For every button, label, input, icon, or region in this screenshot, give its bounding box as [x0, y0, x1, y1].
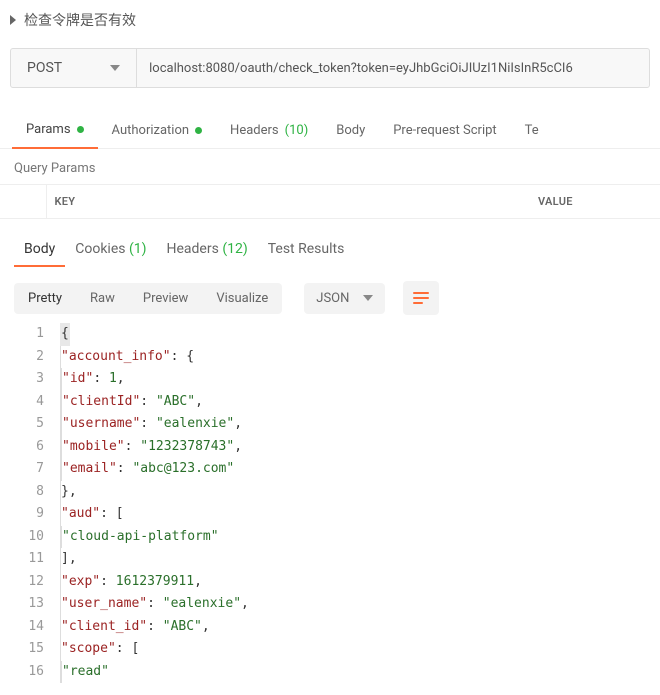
url-bar: POST localhost:8080/oauth/check_token?to… — [10, 48, 650, 88]
chevron-down-icon — [110, 65, 120, 71]
tab-tests[interactable]: Te — [511, 112, 553, 148]
triangle-right-icon — [10, 15, 16, 25]
request-tabs: Params Authorization Headers (10) Body P… — [0, 112, 660, 149]
http-method-dropdown[interactable]: POST — [11, 49, 137, 87]
resp-tab-body[interactable]: Body — [14, 233, 65, 267]
tab-prerequest[interactable]: Pre-request Script — [379, 112, 510, 148]
response-toolbar: Pretty Raw Preview Visualize JSON — [14, 281, 646, 315]
view-pretty-button[interactable]: Pretty — [14, 283, 76, 314]
chevron-down-icon — [363, 295, 373, 301]
view-raw-button[interactable]: Raw — [76, 283, 129, 314]
tab-headers[interactable]: Headers (10) — [216, 112, 322, 148]
response-tabs: Body Cookies (1) Headers (12) Test Resul… — [0, 233, 660, 267]
query-params-table: KEY VALUE — [0, 184, 660, 219]
key-column-header: KEY — [46, 185, 530, 219]
tab-body[interactable]: Body — [322, 112, 379, 148]
resp-tab-testresults[interactable]: Test Results — [258, 233, 355, 267]
section-title: 检查令牌是否有效 — [24, 10, 136, 30]
resp-tab-headers[interactable]: Headers (12) — [157, 233, 258, 267]
http-method-label: POST — [27, 60, 62, 76]
view-visualize-button[interactable]: Visualize — [202, 283, 282, 314]
line-gutter: 12345678910111213141516 — [0, 323, 60, 683]
url-input[interactable]: localhost:8080/oauth/check_token?token=e… — [137, 49, 649, 87]
status-dot-icon — [77, 126, 84, 133]
response-body-editor[interactable]: 12345678910111213141516 { "account_info"… — [0, 323, 660, 683]
resp-tab-cookies[interactable]: Cookies (1) — [65, 233, 156, 267]
code-content: { "account_info": { "id": 1, "clientId":… — [60, 323, 660, 683]
query-params-label: Query Params — [0, 149, 660, 184]
section-header[interactable]: 检查令牌是否有效 — [0, 0, 660, 40]
wrap-lines-icon — [413, 292, 429, 304]
tab-params[interactable]: Params — [12, 112, 98, 149]
status-dot-icon — [195, 127, 202, 134]
tab-authorization[interactable]: Authorization — [98, 112, 217, 148]
view-preview-button[interactable]: Preview — [129, 283, 202, 314]
view-mode-group: Pretty Raw Preview Visualize — [14, 283, 282, 314]
checkbox-column — [0, 185, 46, 219]
wrap-lines-button[interactable] — [403, 281, 439, 315]
format-dropdown[interactable]: JSON — [304, 283, 385, 314]
value-column-header: VALUE — [530, 185, 660, 219]
